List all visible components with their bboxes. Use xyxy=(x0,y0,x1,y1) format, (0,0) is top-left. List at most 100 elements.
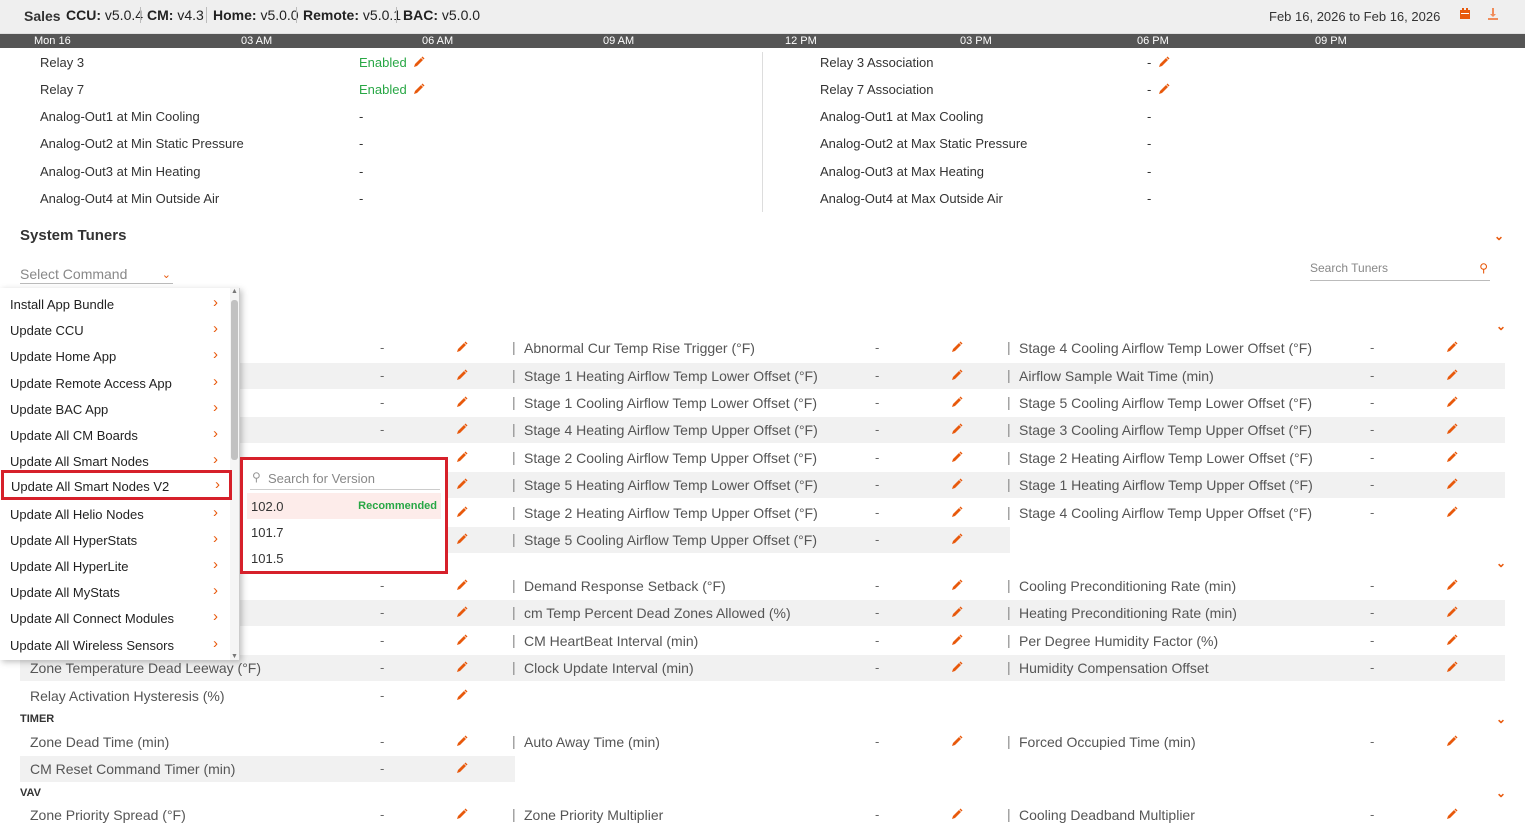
menu-item[interactable]: Update BAC App › xyxy=(0,395,230,421)
edit-pencil-icon[interactable] xyxy=(950,396,964,410)
edit-pencil-icon[interactable] xyxy=(1445,341,1459,355)
menu-item[interactable]: Update All Wireless Sensors › xyxy=(0,631,230,657)
tuner-value: - xyxy=(380,660,385,675)
edit-pencil-icon[interactable] xyxy=(1445,579,1459,593)
edit-pencil-icon[interactable] xyxy=(950,735,964,749)
chevron-down-icon[interactable]: ⌄ xyxy=(1496,786,1506,800)
menu-item[interactable]: Install App Bundle › xyxy=(0,290,230,316)
menu-item[interactable]: Update All CM Boards › xyxy=(0,421,230,447)
timeline-label: 06 AM xyxy=(422,35,454,47)
edit-pencil-icon[interactable] xyxy=(1445,478,1459,492)
menu-item[interactable]: Update All MyStats › xyxy=(0,578,230,604)
edit-pencil-icon[interactable] xyxy=(455,533,469,547)
edit-pencil-icon[interactable] xyxy=(455,634,469,648)
edit-pencil-icon[interactable] xyxy=(1445,634,1459,648)
tuner-name: Zone Priority Spread (°F) xyxy=(30,807,186,823)
separator: | xyxy=(1007,632,1011,648)
chevron-down-icon[interactable]: ⌄ xyxy=(1494,229,1504,243)
version-search-input[interactable]: ⚲ Search for Version xyxy=(250,468,440,490)
chevron-right-icon: › xyxy=(215,476,220,494)
date-range[interactable]: Feb 16, 2026 to Feb 16, 2026 xyxy=(1269,9,1440,24)
tuner-name: Zone Priority Multiplier xyxy=(524,807,664,823)
edit-pencil-icon[interactable] xyxy=(455,579,469,593)
calendar-icon[interactable] xyxy=(1459,8,1471,23)
edit-pencil-icon[interactable] xyxy=(950,579,964,593)
edit-pencil-icon[interactable] xyxy=(455,396,469,410)
chevron-down-icon[interactable]: ⌄ xyxy=(1496,319,1506,333)
edit-pencil-icon[interactable] xyxy=(1445,606,1459,620)
version-option[interactable]: 102.0 Recommended xyxy=(247,493,441,519)
menu-item[interactable]: Update All Connect Modules › xyxy=(0,604,230,630)
edit-pencil-icon[interactable] xyxy=(950,369,964,383)
tuner-name: Heating Preconditioning Rate (min) xyxy=(1019,605,1237,621)
config-value: - xyxy=(359,191,364,206)
edit-pencil-icon[interactable] xyxy=(455,606,469,620)
menu-item-label: Update BAC App xyxy=(10,401,109,417)
config-value: - xyxy=(359,109,364,124)
edit-pencil-icon[interactable] xyxy=(1445,735,1459,749)
edit-pencil-icon[interactable] xyxy=(950,533,964,547)
edit-pencil-icon[interactable] xyxy=(455,369,469,383)
edit-pencil-icon[interactable] xyxy=(455,762,469,776)
edit-pencil-icon[interactable] xyxy=(1157,56,1171,70)
edit-pencil-icon[interactable] xyxy=(455,478,469,492)
download-icon[interactable] xyxy=(1487,8,1499,23)
version-popup: ⚲ Search for Version 102.0 Recommended 101… xyxy=(240,457,448,574)
edit-pencil-icon[interactable] xyxy=(455,451,469,465)
edit-pencil-icon[interactable] xyxy=(1445,396,1459,410)
tuner-value: - xyxy=(1370,605,1375,620)
edit-pencil-icon[interactable] xyxy=(950,506,964,520)
chevron-right-icon: › xyxy=(213,529,218,547)
edit-pencil-icon[interactable] xyxy=(950,478,964,492)
chevron-right-icon: › xyxy=(213,346,218,364)
edit-pencil-icon[interactable] xyxy=(1445,369,1459,383)
edit-pencil-icon[interactable] xyxy=(455,661,469,675)
edit-pencil-icon[interactable] xyxy=(950,423,964,437)
command-menu[interactable]: ▲ ▼ Install App Bundle › Update CCU › Update… xyxy=(0,288,240,660)
edit-pencil-icon[interactable] xyxy=(950,661,964,675)
menu-item[interactable]: Update All HyperStats › xyxy=(0,526,230,552)
edit-pencil-icon[interactable] xyxy=(1445,423,1459,437)
tuner-name: Cooling Deadband Multiplier xyxy=(1019,807,1195,823)
menu-item-label: Update All MyStats xyxy=(10,585,120,601)
edit-pencil-icon[interactable] xyxy=(1157,83,1171,97)
edit-pencil-icon[interactable] xyxy=(1445,506,1459,520)
edit-pencil-icon[interactable] xyxy=(412,83,426,97)
tuner-name: CM HeartBeat Interval (min) xyxy=(524,633,699,649)
menu-item[interactable]: Update All Helio Nodes › xyxy=(0,500,230,526)
edit-pencil-icon[interactable] xyxy=(1445,808,1459,822)
edit-pencil-icon[interactable] xyxy=(455,689,469,703)
select-command-dropdown[interactable]: Select Command ⌄ xyxy=(20,266,173,284)
edit-pencil-icon[interactable] xyxy=(455,506,469,520)
search-tuners-input[interactable]: Search Tuners ⚲ xyxy=(1310,261,1490,281)
edit-pencil-icon[interactable] xyxy=(412,56,426,70)
edit-pencil-icon[interactable] xyxy=(455,735,469,749)
edit-pencil-icon[interactable] xyxy=(1445,661,1459,675)
version-number: 101.5 xyxy=(251,551,284,566)
config-value: - xyxy=(1147,164,1152,179)
version-option[interactable]: 101.5 xyxy=(247,545,441,571)
edit-pencil-icon[interactable] xyxy=(1445,451,1459,465)
chevron-down-icon[interactable]: ⌄ xyxy=(1496,712,1506,726)
menu-item[interactable]: Update All HyperLite › xyxy=(0,552,230,578)
menu-item[interactable]: Update Home App › xyxy=(0,342,230,368)
edit-pencil-icon[interactable] xyxy=(950,808,964,822)
menu-item[interactable]: Update All Smart Nodes › xyxy=(0,447,230,473)
edit-pencil-icon[interactable] xyxy=(950,341,964,355)
menu-item[interactable]: Update Remote Access App › xyxy=(0,369,230,395)
timeline-label: 03 AM xyxy=(241,35,273,47)
tuner-value: - xyxy=(380,368,385,383)
edit-pencil-icon[interactable] xyxy=(950,451,964,465)
edit-pencil-icon[interactable] xyxy=(455,341,469,355)
menu-item[interactable]: Update All Smart Nodes V2 › xyxy=(1,470,232,501)
edit-pencil-icon[interactable] xyxy=(950,634,964,648)
tuner-row: Stage 4 Heating Airflow Temp Upper Offse… xyxy=(515,417,1010,443)
tuner-value: - xyxy=(1370,505,1375,520)
chevron-down-icon[interactable]: ⌄ xyxy=(1496,556,1506,570)
edit-pencil-icon[interactable] xyxy=(455,808,469,822)
menu-item[interactable]: Update CCU › xyxy=(0,316,230,342)
version-option[interactable]: 101.7 xyxy=(247,519,441,545)
edit-pencil-icon[interactable] xyxy=(455,423,469,437)
edit-pencil-icon[interactable] xyxy=(950,606,964,620)
chevron-right-icon: › xyxy=(213,582,218,600)
